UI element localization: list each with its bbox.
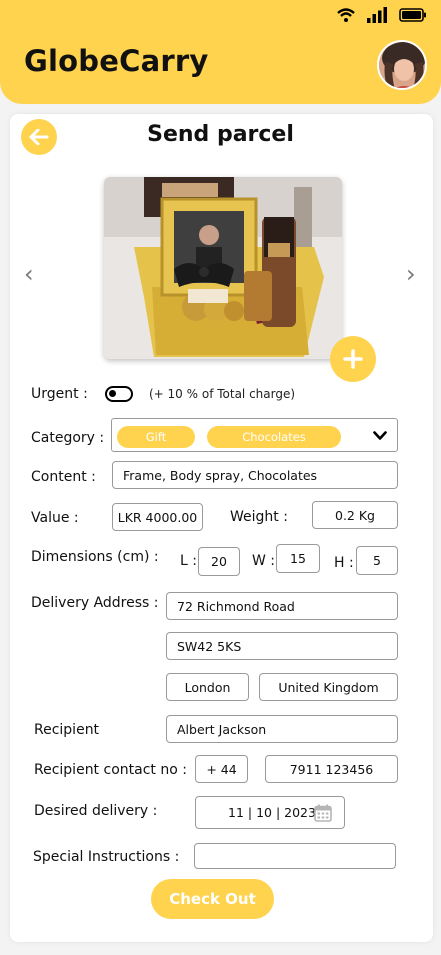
weight-label: Weight : (230, 509, 288, 525)
wifi-icon (337, 8, 355, 22)
content-label: Content : (31, 469, 96, 485)
weight-input[interactable]: 0.2 Kg (312, 501, 398, 529)
dimensions-label: Dimensions (cm) : (31, 549, 159, 565)
status-bar (337, 7, 427, 23)
delivery-date-value: 11 | 10 | 2023 (228, 805, 316, 820)
country-code-input[interactable]: + 44 (195, 755, 248, 783)
height-label: H : (334, 555, 354, 571)
height-input[interactable]: 5 (356, 546, 398, 575)
value-label: Value : (31, 510, 79, 526)
parcel-photo (104, 177, 342, 359)
checkout-button[interactable]: Check Out (151, 879, 274, 919)
avatar[interactable] (377, 40, 427, 90)
address-line1-input[interactable]: 72 Richmond Road (166, 592, 398, 620)
calendar-icon[interactable] (314, 804, 332, 822)
battery-icon (399, 8, 426, 22)
brand-logo: GlobeCarry (24, 44, 209, 78)
desired-delivery-label: Desired delivery : (34, 803, 158, 819)
value-input[interactable]: LKR 4000.00 (112, 503, 203, 531)
category-chip-chocolates[interactable]: Chocolates (207, 426, 341, 448)
toggle-knob (109, 390, 116, 397)
signal-icon (367, 7, 387, 23)
category-chip-gift[interactable]: Gift (117, 426, 195, 448)
special-instructions-label: Special Instructions : (33, 849, 180, 865)
urgent-label: Urgent : (31, 386, 88, 402)
add-photo-button[interactable] (330, 336, 376, 382)
content-input[interactable]: Frame, Body spray, Chocolates (112, 461, 398, 489)
chevron-left-icon[interactable]: ‹ (24, 262, 34, 286)
recipient-input[interactable]: Albert Jackson (166, 715, 398, 743)
category-select[interactable]: Gift Chocolates (111, 418, 398, 452)
chevron-down-icon[interactable] (373, 431, 387, 441)
address-line2-input[interactable]: SW42 5KS (166, 632, 398, 660)
category-label: Category : (31, 430, 105, 446)
delivery-date-input[interactable]: 11 | 10 | 2023 (195, 796, 345, 829)
length-input[interactable]: 20 (198, 547, 240, 576)
length-label: L : (180, 553, 197, 569)
contact-label: Recipient contact no : (34, 762, 187, 778)
gift-box-image (104, 177, 342, 359)
special-instructions-input[interactable] (194, 843, 396, 869)
country-input[interactable]: United Kingdom (259, 673, 398, 701)
width-label: W : (252, 553, 276, 569)
page-title: Send parcel (147, 122, 294, 147)
phone-number-input[interactable]: 7911 123456 (265, 755, 398, 783)
delivery-address-label: Delivery Address : (31, 595, 159, 611)
urgent-toggle[interactable] (105, 386, 133, 402)
app-header: GlobeCarry (0, 0, 441, 104)
recipient-label: Recipient (34, 722, 100, 738)
urgent-note: (+ 10 % of Total charge) (149, 387, 296, 401)
city-input[interactable]: London (166, 673, 249, 701)
user-avatar-image (379, 42, 425, 88)
plus-icon (343, 349, 363, 369)
chevron-right-icon[interactable]: › (406, 262, 416, 286)
width-input[interactable]: 15 (276, 544, 320, 573)
